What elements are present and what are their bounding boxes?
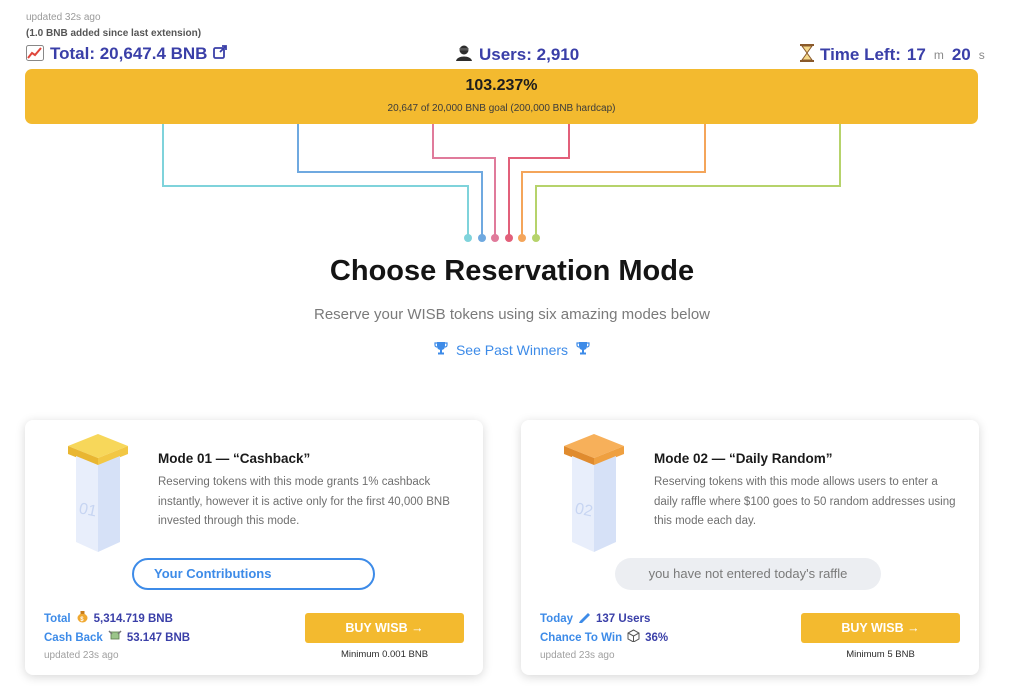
mode-01-number: 01 <box>77 500 98 520</box>
time-left-stat: Time Left: 17 m 20 s <box>800 44 987 65</box>
mode-01-cube-illustration: 01 <box>68 434 128 552</box>
mode-01-description: Reserving tokens with this mode grants 1… <box>158 476 450 527</box>
progress-percent: 103.237% <box>465 77 538 94</box>
hourglass-icon <box>800 44 814 65</box>
mode-02-stat-today: Today 137 Users <box>540 610 668 629</box>
user-icon <box>455 44 473 65</box>
chart-icon <box>26 44 44 64</box>
wire-dot-1 <box>464 234 472 242</box>
trophy-icon <box>572 342 590 358</box>
raffle-status-pill: you have not entered today's raffle <box>615 558 881 590</box>
stat-value: 5,314.719 BNB <box>93 613 173 625</box>
money-bag-icon: $ <box>76 610 89 629</box>
your-contributions-button[interactable]: Your Contributions <box>132 558 375 590</box>
minutes-unit: m <box>933 47 944 62</box>
mode-01-stat-total: Total $ 5,314.719 BNB <box>44 610 190 629</box>
mode-01-title: Mode 01 — “Cashback” <box>158 451 311 466</box>
stat-label: Cash Back <box>44 632 103 644</box>
stat-label: Today <box>540 613 574 625</box>
mode-02-updated: updated 23s ago <box>540 650 615 661</box>
progress-goal: 20,647 of 20,000 BNB goal (200,000 BNB h… <box>387 103 616 114</box>
mode-02-minimum: Minimum 5 BNB <box>846 649 915 660</box>
stat-value: 137 Users <box>596 613 651 625</box>
users-stat: Users: 2,910 <box>455 44 579 65</box>
time-left-minutes: 17 <box>906 44 926 64</box>
mode-01-updated: updated 23s ago <box>44 650 119 661</box>
buy-wisb-button-cashback[interactable]: BUY WISB → <box>305 613 464 643</box>
wire-dot-6 <box>532 234 540 242</box>
time-left-label: Time Left: <box>820 44 901 64</box>
wire-4 <box>508 124 570 238</box>
stat-label: Total <box>44 613 71 625</box>
wire-1 <box>162 124 469 238</box>
mode-02-title: Mode 02 — “Daily Random” <box>654 451 833 466</box>
wire-dot-4 <box>505 234 513 242</box>
seconds-unit: s <box>978 47 985 62</box>
mode-02-stats: Today 137 Users Chance To Win 36% update… <box>540 610 668 664</box>
connector-wires <box>162 124 841 242</box>
mode-02-description: Reserving tokens with this mode allows u… <box>654 476 956 527</box>
page-subtitle: Reserve your WISB tokens using six amazi… <box>313 306 710 323</box>
wire-dot-2 <box>478 234 486 242</box>
trophy-icon <box>434 342 452 358</box>
wire-dot-3 <box>491 234 499 242</box>
past-winners-link-row: See Past Winners <box>0 341 1024 358</box>
wire-6 <box>535 124 841 238</box>
mode-01-stat-cashback: Cash Back 53.147 BNB <box>44 629 190 648</box>
mode-01-stats: Total $ 5,314.719 BNB Cash Back 53.147 B… <box>44 610 190 664</box>
external-link-icon[interactable] <box>213 45 228 63</box>
mode-card-daily-random: 02 Mode 02 — “Daily Random” Reserving to… <box>521 420 979 675</box>
updated-timestamp: updated 32s ago <box>26 12 101 23</box>
extension-note: (1.0 BNB added since last extension) <box>26 28 202 39</box>
progress-bar: 103.237% 20,647 of 20,000 BNB goal (200,… <box>25 69 978 124</box>
stat-value: 53.147 BNB <box>126 632 191 644</box>
money-wings-icon <box>108 629 122 648</box>
mode-02-cube-illustration: 02 <box>564 434 624 552</box>
past-winners-link[interactable]: See Past Winners <box>456 342 568 358</box>
mode-01-minimum: Minimum 0.001 BNB <box>340 649 429 660</box>
buy-wisb-button-daily-random[interactable]: BUY WISB → <box>801 613 960 643</box>
stat-label: Chance To Win <box>540 632 623 644</box>
mode-02-number: 02 <box>573 500 594 520</box>
mode-card-cashback: 01 Mode 01 — “Cashback” Reserving tokens… <box>25 420 483 675</box>
wire-2 <box>297 124 483 238</box>
total-text: Total: 20,647.4 BNB <box>50 44 208 63</box>
total-stat: Total: 20,647.4 BNB <box>26 44 228 64</box>
wire-3 <box>432 124 496 238</box>
mode-02-stat-chance: Chance To Win 36% <box>540 629 668 648</box>
pencil-icon <box>578 610 591 629</box>
page-title: Choose Reservation Mode <box>329 255 695 287</box>
users-text: Users: 2,910 <box>479 44 580 64</box>
reservation-page: updated 32s ago (1.0 BNB added since las… <box>0 0 1024 686</box>
dice-icon <box>627 629 640 648</box>
stat-value: 36% <box>645 632 669 644</box>
wire-5 <box>521 124 706 238</box>
time-left-seconds: 20 <box>951 44 971 64</box>
wire-dot-5 <box>518 234 526 242</box>
